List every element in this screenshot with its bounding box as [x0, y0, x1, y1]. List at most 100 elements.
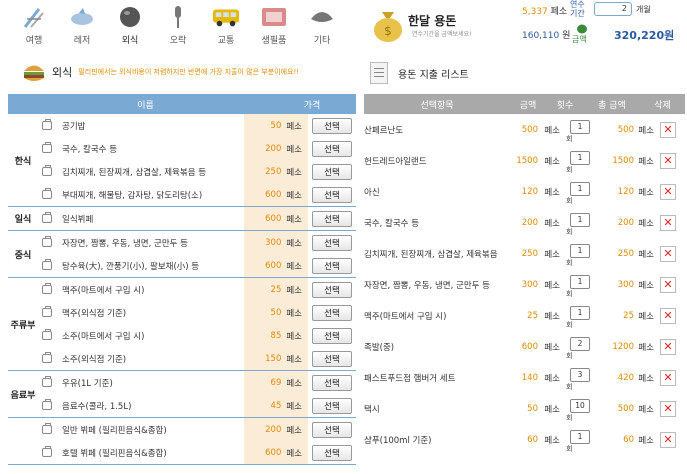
- item-price: 250 페소: [244, 160, 308, 183]
- count-unit: 회: [566, 228, 573, 236]
- group-items: 공기밥 50 페소 선택 국수, 칼국수 등 200 페소 선택 김치찌개, 된장찌개, 삼겹살…: [38, 114, 356, 206]
- category-travel[interactable]: 여행: [10, 0, 58, 52]
- delete-x-icon[interactable]: ✕: [660, 121, 676, 138]
- summary-subtitle: 연수기간을 금액보세요!: [412, 31, 472, 38]
- item-price: 50 페소: [244, 114, 308, 137]
- item-price: 45 페소: [244, 394, 308, 417]
- item-name: 소주(외식점 기준): [62, 354, 127, 365]
- category-misc[interactable]: 기타: [298, 0, 346, 52]
- photo-icon[interactable]: [42, 446, 52, 457]
- expense-name: 김치찌개, 된장찌개, 삼겹살, 제육볶음: [364, 249, 498, 260]
- category-dining[interactable]: 외식: [106, 0, 154, 52]
- expense-name: 아신: [364, 187, 380, 198]
- select-button[interactable]: 선택: [312, 281, 352, 298]
- count-input[interactable]: 1: [570, 244, 590, 258]
- expense-amount: 600: [521, 341, 538, 352]
- count-input[interactable]: 1: [570, 306, 590, 320]
- expense-total: 500: [617, 124, 634, 135]
- count-unit: 회: [566, 445, 573, 453]
- select-button[interactable]: 선택: [312, 350, 352, 367]
- count-input[interactable]: 2: [570, 337, 590, 351]
- expense-amount: 50: [527, 403, 538, 414]
- expense-total: 1500: [612, 155, 634, 166]
- select-button[interactable]: 선택: [312, 304, 352, 321]
- count-unit: 회: [566, 321, 573, 329]
- count-unit: 회: [566, 259, 573, 267]
- count-input[interactable]: 1: [570, 120, 590, 134]
- photo-icon[interactable]: [42, 236, 52, 247]
- price-unit: 페소: [286, 285, 302, 296]
- expense-name: 자장면, 짬뽕, 우동, 냉면, 군만두 등: [364, 280, 490, 291]
- photo-icon[interactable]: [42, 259, 52, 270]
- delete-x-icon[interactable]: ✕: [660, 369, 676, 386]
- select-button[interactable]: 선택: [312, 327, 352, 344]
- photo-icon[interactable]: [42, 329, 52, 340]
- menu-row: 소주(외식점 기준) 150 페소 선택: [38, 347, 356, 370]
- count-cell: 2회: [560, 331, 592, 362]
- delete-x-icon[interactable]: ✕: [660, 276, 676, 293]
- photo-icon[interactable]: [42, 399, 52, 410]
- photo-icon[interactable]: [42, 306, 52, 317]
- delete-x-icon[interactable]: ✕: [660, 338, 676, 355]
- delete-x-icon[interactable]: ✕: [660, 431, 676, 448]
- menu-group: 한식 공기밥 50 페소 선택 국수, 칼국수 등 200 페소 선택 김치찌개, 된장찌개, 삼…: [8, 114, 356, 207]
- delete-x-icon[interactable]: ✕: [660, 183, 676, 200]
- expense-name: 샴푸(100ml 기준): [364, 435, 432, 446]
- photo-icon[interactable]: [42, 165, 52, 176]
- select-button[interactable]: 선택: [312, 257, 352, 274]
- category-leisure[interactable]: 레저: [58, 0, 106, 52]
- app: 여행 레저 외식 오락 교통 생필품 기타 외식 필리핀에서는 외식비용이 저렴…: [0, 0, 687, 474]
- expense-row: 패스트푸드점 햄버거 세트 140 페소 3 회 420 페소 ✕: [364, 362, 685, 393]
- count-input[interactable]: 1: [570, 275, 590, 289]
- select-button[interactable]: 선택: [312, 234, 352, 251]
- photo-icon[interactable]: [42, 423, 52, 434]
- amount-label: 금액: [572, 35, 587, 44]
- expense-total: 300: [617, 279, 634, 290]
- expense-amount: 120: [521, 186, 538, 197]
- photo-icon[interactable]: [42, 212, 52, 223]
- count-input[interactable]: 1: [570, 151, 590, 165]
- amount-unit: 페소: [544, 342, 560, 353]
- photo-icon[interactable]: [42, 119, 52, 130]
- money-bag-icon: $: [372, 4, 404, 42]
- select-button[interactable]: 선택: [312, 374, 352, 391]
- select-button[interactable]: 선택: [312, 186, 352, 203]
- total-amount: 320,220원: [614, 29, 675, 42]
- period-input[interactable]: 2: [594, 2, 632, 16]
- photo-icon[interactable]: [42, 352, 52, 363]
- period-unit: 개월: [636, 5, 651, 14]
- photo-icon[interactable]: [42, 283, 52, 294]
- select-button[interactable]: 선택: [312, 444, 352, 461]
- category-supplies[interactable]: 생필품: [250, 0, 298, 52]
- group-name: [8, 418, 38, 464]
- delete-x-icon[interactable]: ✕: [660, 307, 676, 324]
- count-input[interactable]: 1: [570, 430, 590, 444]
- photo-icon[interactable]: [42, 142, 52, 153]
- amount-unit: 페소: [544, 125, 560, 136]
- count-input[interactable]: 10: [570, 399, 590, 413]
- count-input[interactable]: 3: [570, 368, 590, 382]
- photo-icon[interactable]: [42, 188, 52, 199]
- item-name: 일반 뷔페 (필리핀음식&종합): [62, 425, 167, 436]
- select-button[interactable]: 선택: [312, 163, 352, 180]
- select-button[interactable]: 선택: [312, 421, 352, 438]
- select-button[interactable]: 선택: [312, 140, 352, 157]
- select-button[interactable]: 선택: [312, 397, 352, 414]
- count-unit: 회: [566, 166, 573, 174]
- expense-name: 패스트푸드점 햄버거 세트: [364, 373, 456, 384]
- select-button[interactable]: 선택: [312, 117, 352, 134]
- item-name: 부대찌개, 해물탕, 감자탕, 닭도리탕(소): [62, 190, 203, 201]
- delete-x-icon[interactable]: ✕: [660, 214, 676, 231]
- select-button[interactable]: 선택: [312, 210, 352, 227]
- delete-x-icon[interactable]: ✕: [660, 245, 676, 262]
- count-input[interactable]: 1: [570, 182, 590, 196]
- category-entertainment[interactable]: 오락: [154, 0, 202, 52]
- count-cell: 1회: [560, 207, 592, 238]
- photo-icon[interactable]: [42, 376, 52, 387]
- delete-x-icon[interactable]: ✕: [660, 152, 676, 169]
- delete-x-icon[interactable]: ✕: [660, 400, 676, 417]
- category-transport[interactable]: 교통: [202, 0, 250, 52]
- expense-row: 국수, 칼국수 등 200 페소 1 회 200 페소 ✕: [364, 207, 685, 238]
- count-input[interactable]: 1: [570, 213, 590, 227]
- total-unit: 페소: [638, 342, 654, 353]
